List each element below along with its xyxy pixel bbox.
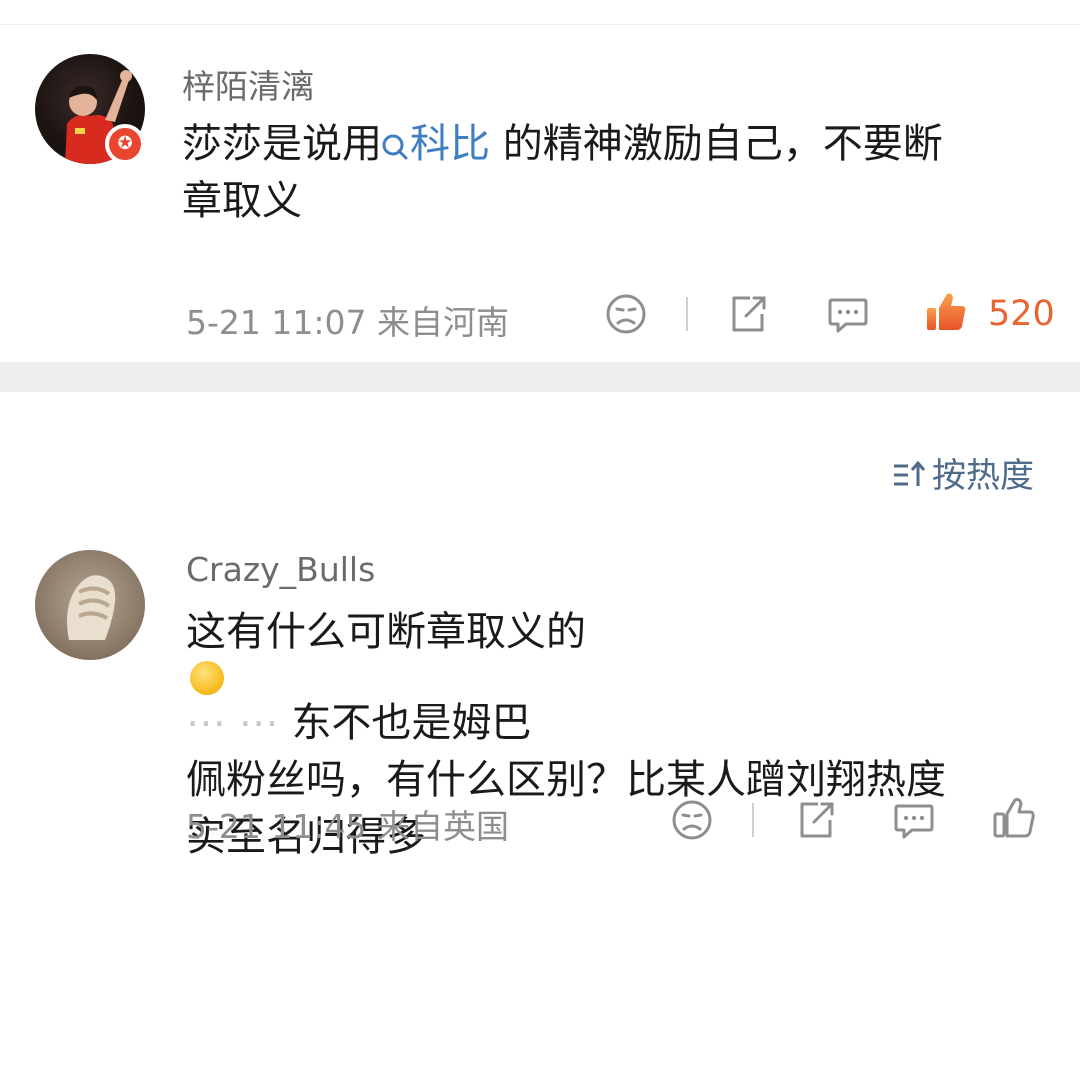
- username[interactable]: Crazy_Bulls: [186, 550, 375, 589]
- comment-icon[interactable]: [890, 796, 938, 844]
- verified-badge-icon: ✪: [105, 124, 145, 164]
- topic-link[interactable]: 科比: [382, 121, 490, 167]
- comment-text: 莎莎是说用 科比 的精神激励自己，不要断 章取义: [182, 121, 943, 224]
- comment-meta: 5-21 11:07 来自河南: [186, 303, 509, 342]
- section-separator: [0, 362, 1080, 392]
- obscured-text: ⋯ ⋯: [186, 700, 292, 746]
- action-divider: [686, 297, 688, 331]
- comment-icon[interactable]: [824, 290, 872, 338]
- avatar[interactable]: [35, 550, 145, 660]
- comment-item: ✪ 梓陌清漓 莎莎是说用 科比 的精神激励自己，不要断 章取义 5-21 11:0…: [0, 0, 1080, 362]
- share-icon[interactable]: [792, 796, 840, 844]
- sort-icon: [894, 460, 926, 486]
- comment-meta: 5-21 11:45 来自英国: [186, 807, 509, 846]
- sort-button[interactable]: 按热度: [892, 448, 1034, 497]
- like-icon[interactable]: [990, 794, 1038, 842]
- like-count: 520: [988, 294, 1055, 334]
- dislike-icon[interactable]: [602, 290, 650, 338]
- dislike-icon[interactable]: [668, 796, 716, 844]
- username[interactable]: 梓陌清漓: [182, 60, 314, 108]
- like-icon[interactable]: [922, 288, 970, 336]
- search-icon: [382, 134, 408, 160]
- action-divider: [752, 803, 754, 837]
- share-icon[interactable]: [724, 290, 772, 338]
- emoji-icon: [190, 661, 224, 695]
